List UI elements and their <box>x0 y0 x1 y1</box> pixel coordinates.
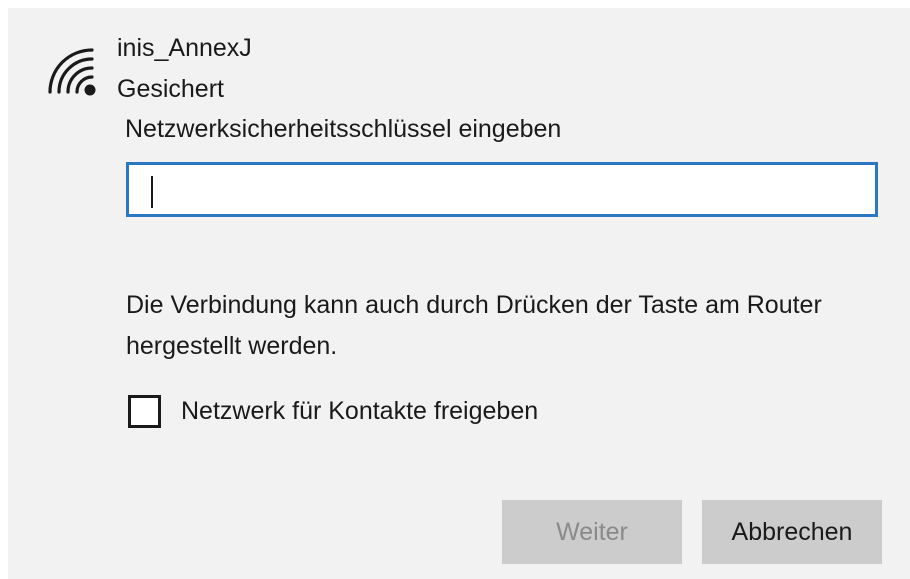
share-network-option[interactable]: Netzwerk für Kontakte freigeben <box>128 391 538 431</box>
network-ssid: inis_AnnexJ <box>117 34 252 62</box>
wps-hint-text: Die Verbindung kann auch durch Drücken d… <box>126 291 822 360</box>
security-key-input[interactable] <box>126 162 878 217</box>
share-network-checkbox[interactable] <box>128 394 161 428</box>
share-network-label: Netzwerk für Kontakte freigeben <box>181 397 539 425</box>
security-key-label: Netzwerksicherheitsschlüssel eingeben <box>125 115 562 143</box>
cancel-button[interactable]: Abbrechen <box>702 500 882 564</box>
network-security-status: Gesichert <box>117 75 224 103</box>
next-button[interactable]: Weiter <box>502 500 682 564</box>
wifi-secured-icon <box>48 48 96 96</box>
text-caret <box>151 176 153 208</box>
